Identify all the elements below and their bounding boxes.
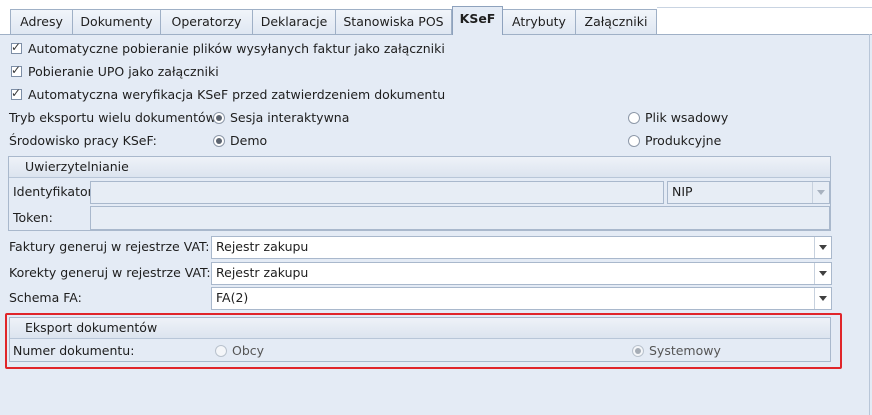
- auto-verify-label: Automatyczna weryfikacja KSeF przed zatw…: [28, 87, 446, 102]
- identifier-field[interactable]: [90, 181, 664, 204]
- schema-label: Schema FA:: [9, 290, 82, 305]
- export-mode-interactive-radio[interactable]: [213, 112, 225, 124]
- auth-group-header: [9, 157, 830, 178]
- tab-zalaczniki[interactable]: Załączniki: [575, 9, 657, 34]
- export-mode-batch-label[interactable]: Plik wsadowy: [645, 110, 728, 126]
- highlight-box: [5, 313, 842, 369]
- chevron-down-icon[interactable]: [814, 237, 831, 258]
- environment-production-label[interactable]: Produkcyjne: [645, 133, 721, 149]
- checkmark-icon: ✓: [11, 40, 22, 54]
- environment-label: Środowisko pracy KSeF:: [9, 133, 157, 148]
- export-mode-batch-radio[interactable]: [628, 112, 640, 124]
- invoices-register-select[interactable]: Rejestr zakupu: [211, 236, 832, 259]
- tab-dokumenty[interactable]: Dokumenty: [72, 9, 161, 34]
- invoices-register-value: Rejestr zakupu: [216, 239, 309, 254]
- invoices-register-label: Faktury generuj w rejestrze VAT:: [9, 239, 210, 254]
- environment-demo-radio[interactable]: [213, 135, 225, 147]
- chevron-down-icon[interactable]: [812, 182, 829, 203]
- corrections-register-select[interactable]: Rejestr zakupu: [211, 262, 832, 285]
- tab-operatorzy[interactable]: Operatorzy: [160, 9, 253, 34]
- export-mode-interactive-label[interactable]: Sesja interaktywna: [230, 110, 349, 126]
- tab-atrybuty[interactable]: Atrybuty: [502, 9, 576, 34]
- panel-right-border: [869, 34, 870, 415]
- id-type-value: NIP: [672, 184, 693, 199]
- auto-download-label: Automatyczne pobieranie plików wysyłanyc…: [28, 41, 445, 56]
- auto-verify-checkbox[interactable]: ✓: [11, 86, 22, 100]
- token-label: Token:: [13, 210, 53, 225]
- upo-download-checkbox[interactable]: ✓: [11, 63, 22, 77]
- auth-group-title: Uwierzytelnianie: [25, 159, 129, 174]
- id-type-select[interactable]: NIP: [667, 181, 830, 204]
- tab-adresy[interactable]: Adresy: [10, 9, 73, 34]
- export-mode-label: Tryb eksportu wielu dokumentów:: [9, 110, 220, 125]
- checkmark-icon: ✓: [11, 63, 22, 77]
- identifier-label: Identyfikator:: [13, 184, 97, 199]
- checkmark-icon: ✓: [11, 86, 22, 100]
- tab-stanowiska-pos[interactable]: Stanowiska POS: [335, 9, 452, 34]
- tab-content-border: [0, 34, 872, 35]
- tab-ksef[interactable]: KSeF: [452, 6, 503, 35]
- environment-demo-label[interactable]: Demo: [230, 133, 267, 149]
- tab-deklaracje[interactable]: Deklaracje: [252, 9, 336, 34]
- corrections-register-label: Korekty generuj w rejestrze VAT:: [9, 265, 211, 280]
- auto-download-checkbox[interactable]: ✓: [11, 40, 22, 54]
- chevron-down-icon[interactable]: [814, 263, 831, 284]
- environment-production-radio[interactable]: [628, 135, 640, 147]
- chevron-down-icon[interactable]: [814, 288, 831, 309]
- schema-value: FA(2): [216, 290, 249, 305]
- schema-select[interactable]: FA(2): [211, 287, 832, 310]
- upo-download-label: Pobieranie UPO jako załączniki: [28, 64, 219, 79]
- token-field[interactable]: [90, 206, 830, 230]
- corrections-register-value: Rejestr zakupu: [216, 265, 309, 280]
- tab-strip-edge: [657, 7, 872, 8]
